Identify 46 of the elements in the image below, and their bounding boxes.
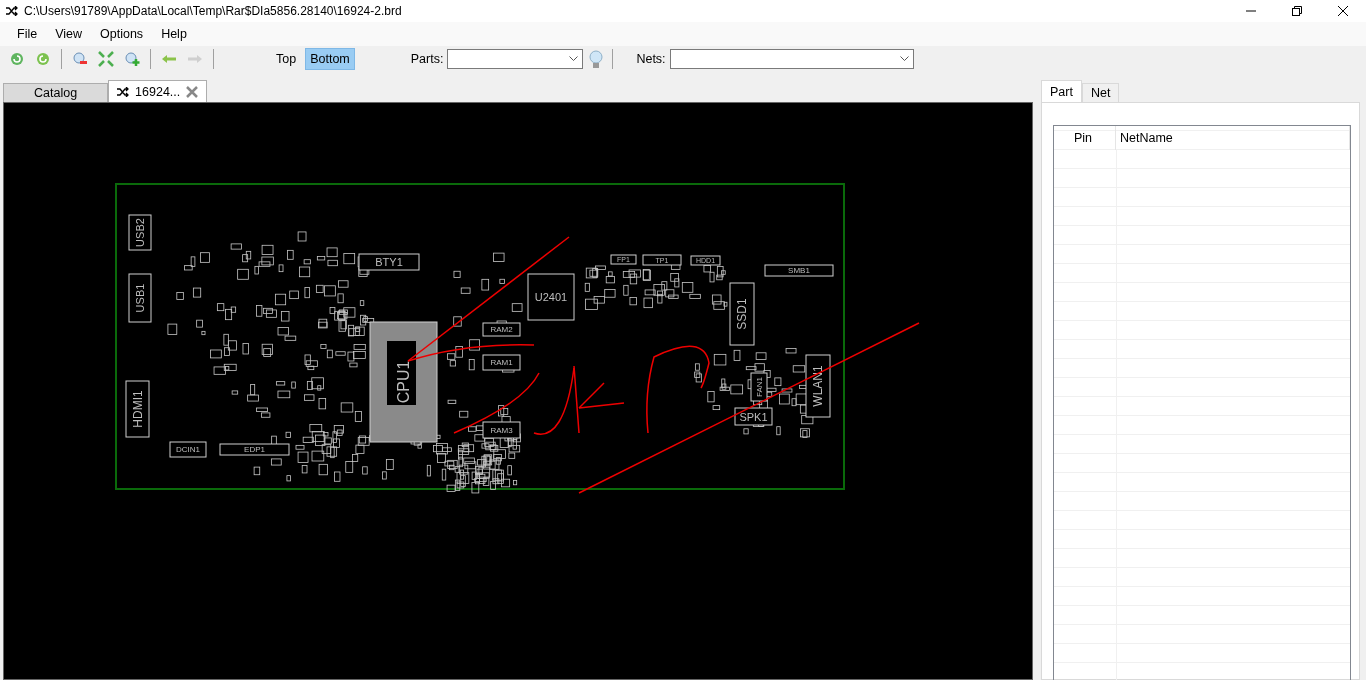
close-icon (1338, 6, 1348, 16)
zoom-out-icon (72, 51, 88, 67)
component-label: WLAN1 (811, 365, 825, 407)
component-label: RAM2 (490, 325, 513, 334)
zoom-in-icon (124, 51, 140, 67)
layer-button[interactable]: Bottom (305, 48, 355, 70)
panel-tab[interactable]: Net (1081, 83, 1120, 102)
shuffle-icon (6, 6, 18, 16)
component-label: USB2 (134, 218, 146, 247)
component-label: CPU1 (395, 360, 412, 404)
menu-item[interactable]: View (46, 27, 92, 41)
chevron-down-icon (569, 56, 579, 62)
component-label: DCIN1 (176, 445, 200, 454)
restore-icon (1292, 6, 1302, 16)
menu-item[interactable]: Options (91, 27, 153, 41)
document-tab[interactable]: Catalog (3, 83, 109, 102)
component-label: U2401 (534, 291, 568, 303)
component-label: RAM3 (490, 425, 513, 435)
component-label: HDMI1 (130, 390, 145, 428)
component-label: RAM1 (490, 358, 513, 367)
document-tab[interactable]: 16924... (108, 80, 208, 102)
component-label: FAN1 (754, 377, 764, 397)
close-icon[interactable] (186, 85, 199, 98)
lightbulb-icon[interactable] (587, 49, 606, 69)
component-label: USB1 (134, 283, 146, 313)
shuffle-icon (117, 86, 130, 97)
column-header[interactable]: Pin (1054, 126, 1116, 150)
component-label: SMB1 (788, 266, 810, 275)
window-title: C:\Users\91789\AppData\Local\Temp\Rar$DIa5856.28140\16924-2.brd (24, 4, 402, 18)
column-header[interactable]: NetName (1116, 126, 1350, 150)
component-label: BTY1 (375, 256, 403, 268)
refresh-icon (9, 51, 25, 67)
component-label: SPK1 (739, 410, 768, 423)
panel-tab[interactable]: Part (1041, 80, 1082, 102)
menu-item[interactable]: Help (152, 27, 196, 41)
parts-label: Parts: (410, 52, 444, 66)
component-label: SSD1 (735, 298, 749, 330)
component-label: EDP1 (244, 445, 265, 454)
rotate-icon (35, 51, 51, 67)
menu-item[interactable]: File (8, 27, 47, 41)
layer-button[interactable]: Top (271, 48, 302, 70)
fit-icon (98, 51, 114, 67)
nets-label: Nets: (636, 52, 666, 66)
parts-dropdown[interactable] (447, 49, 584, 69)
chevron-down-icon (899, 56, 909, 62)
nets-dropdown[interactable] (669, 49, 914, 69)
